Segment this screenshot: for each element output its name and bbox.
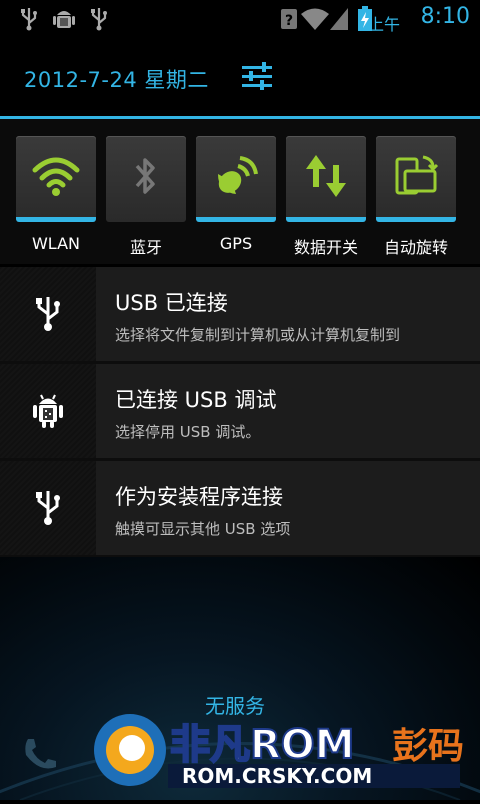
svg-text:?: ? (285, 13, 293, 29)
watermark-logo: 非凡ROM 彭码 ROM.CRSKY.COM (90, 700, 470, 800)
notification-header: 2012-7-24 星期二 (0, 38, 480, 116)
status-ampm: 上午 (367, 15, 400, 34)
settings-sliders-icon (242, 62, 272, 90)
notification-install-connection[interactable]: 作为安装程序连接 触摸可显示其他 USB 选项 (0, 461, 480, 558)
watermark-suffix: 彭码 (392, 726, 464, 767)
usb-icon (91, 8, 107, 31)
signal-icon (330, 8, 348, 30)
toggle-wlan[interactable]: WLAN (16, 136, 96, 253)
android-debug-icon (53, 11, 75, 28)
notification-title: 作为安装程序连接 (115, 485, 283, 509)
toggle-auto-rotate[interactable]: 自动旋转 (376, 136, 456, 258)
toggle-gps[interactable]: GPS (196, 136, 276, 253)
notification-text: 触摸可显示其他 USB 选项 (115, 520, 291, 538)
toggle-indicator (286, 217, 366, 222)
phone-icon[interactable] (20, 735, 60, 775)
toggle-bluetooth[interactable]: 蓝牙 (106, 136, 186, 258)
crsky-logo: 非凡ROM 彭码 ROM.CRSKY.COM (94, 714, 464, 788)
quick-toggles: WLAN 蓝牙 GPS 数据开关 自动旋转 (0, 119, 480, 264)
toggle-label: 数据开关 (293, 238, 358, 257)
toggle-data[interactable]: 数据开关 (286, 136, 366, 258)
toggle-label: 蓝牙 (129, 238, 162, 257)
wifi-icon (301, 8, 329, 30)
auto-rotate-icon (395, 155, 439, 195)
usb-icon (21, 8, 37, 31)
wifi-icon (32, 157, 80, 196)
date-label: 2012-7-24 星期二 (24, 68, 209, 92)
usb-icon (36, 491, 60, 525)
settings-button[interactable] (238, 58, 278, 94)
status-time: 8:10 (420, 4, 470, 29)
toggle-label: 自动旋转 (383, 238, 448, 257)
usb-icon (36, 297, 60, 331)
status-bar[interactable]: ? 上午 8:10 (0, 0, 480, 38)
bluetooth-icon (135, 158, 155, 194)
notification-usb-debugging[interactable]: 已连接 USB 调试 选择停用 USB 调试。 (0, 364, 480, 461)
toggle-indicator (196, 217, 276, 222)
toggle-label: WLAN (31, 234, 80, 253)
android-debug-icon (33, 394, 63, 428)
toggle-indicator (376, 217, 456, 222)
watermark-brand: 非凡ROM (170, 722, 355, 768)
toggle-indicator (16, 217, 96, 222)
notification-text: 选择停用 USB 调试。 (115, 423, 261, 441)
notification-text: 选择将文件复制到计算机或从计算机复制到 (115, 326, 401, 344)
toggle-indicator (106, 217, 186, 222)
data-transfer-icon (306, 155, 346, 197)
notification-usb-connected[interactable]: USB 已连接 选择将文件复制到计算机或从计算机复制到 (0, 267, 480, 364)
gps-icon (218, 156, 258, 194)
notification-title: USB 已连接 (115, 291, 228, 315)
notification-title: 已连接 USB 调试 (115, 388, 277, 412)
toggle-label: GPS (219, 234, 253, 253)
watermark-url: ROM.CRSKY.COM (182, 764, 372, 788)
question-icon: ? (281, 9, 297, 29)
